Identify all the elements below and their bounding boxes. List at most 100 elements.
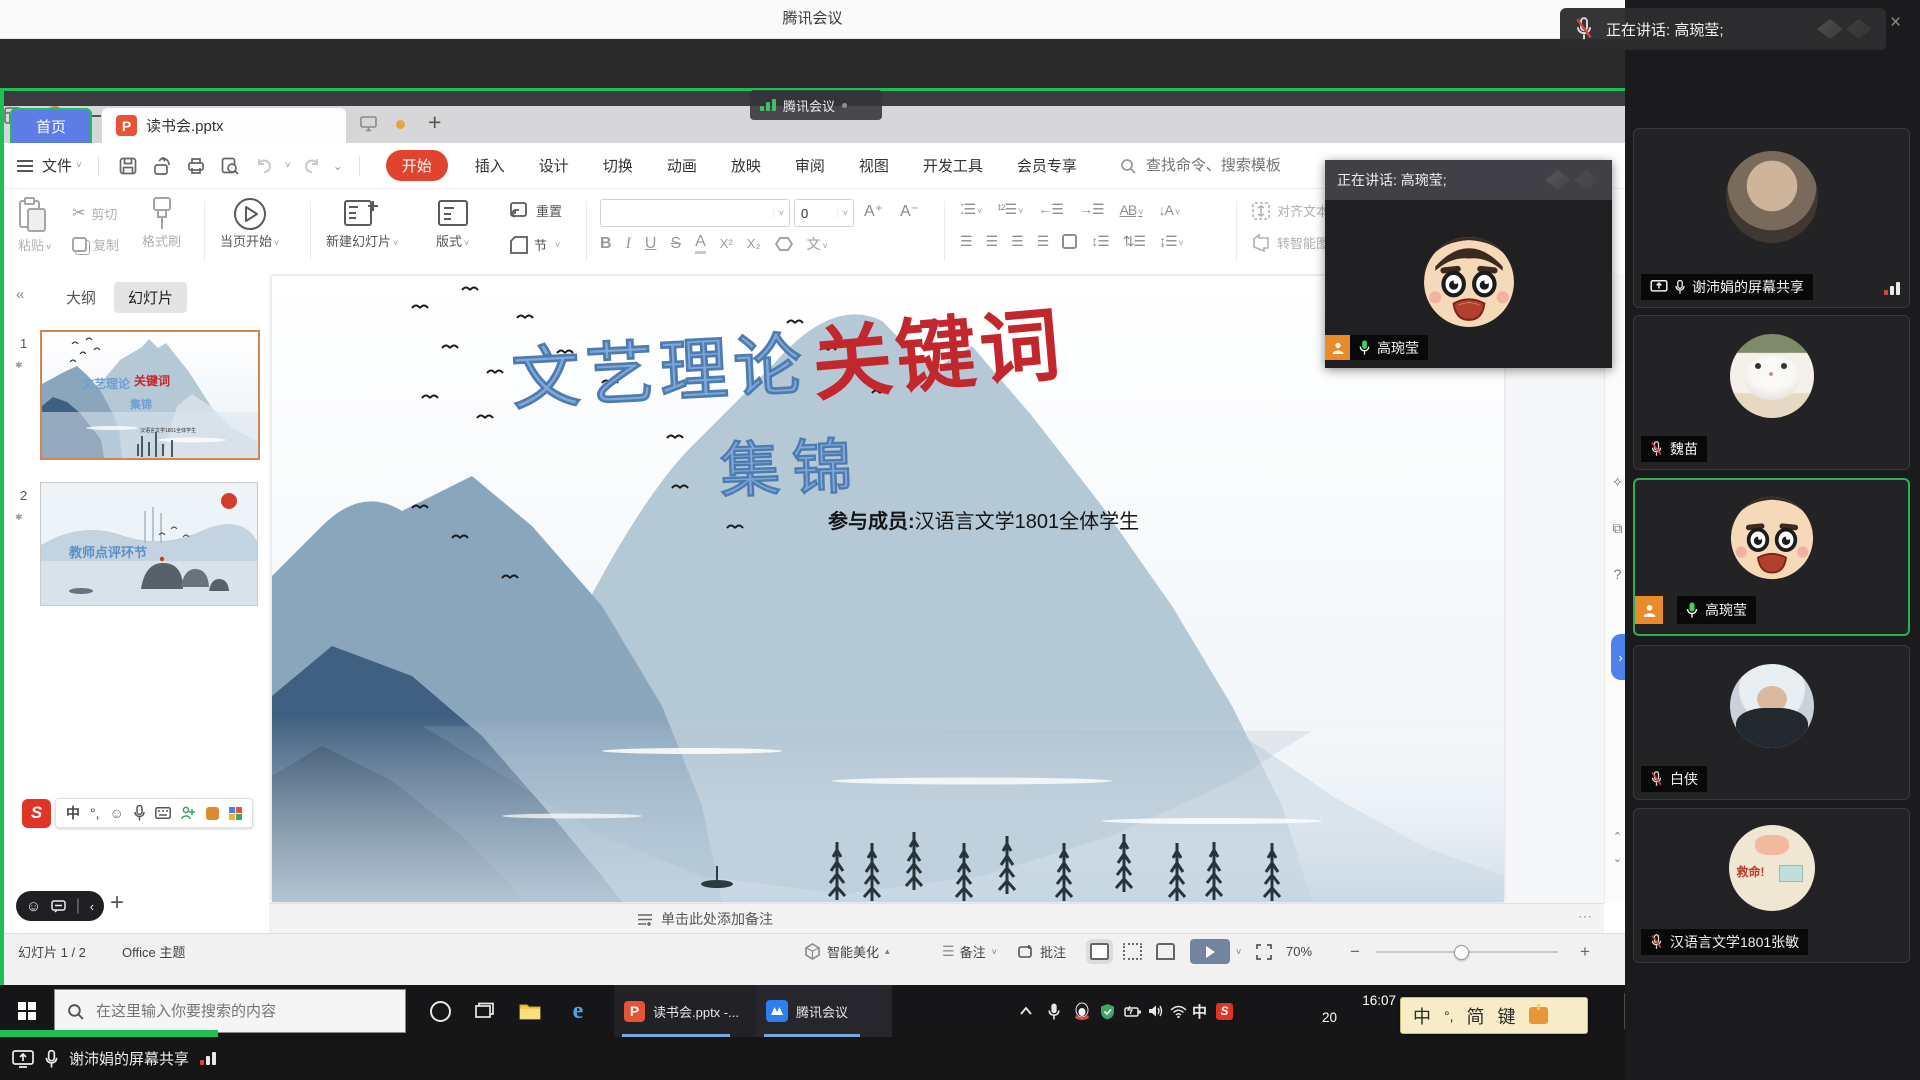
format-painter-button[interactable]: 格式刷 (142, 197, 181, 250)
print-icon[interactable] (187, 157, 205, 175)
share-tool-icon[interactable]: ✧ (1605, 474, 1625, 491)
ime-keyboard-label[interactable]: 键 (1498, 1003, 1516, 1029)
tray-ime-mode[interactable]: 中 (1192, 985, 1207, 1037)
ime-punctuation[interactable]: °, (90, 805, 100, 821)
help-icon[interactable]: ? (1605, 566, 1625, 582)
tray-volume-icon[interactable] (1148, 985, 1164, 1037)
participant-tile-share[interactable]: 谢沛娟的屏幕共享 (1633, 128, 1910, 308)
menu-tab-slideshow[interactable]: 放映 (731, 155, 761, 176)
align-center-button[interactable]: ☰ (986, 233, 998, 250)
menu-file[interactable]: 文件 (42, 155, 72, 176)
slide-canvas[interactable]: 文艺理论 关键词 集锦 参与成员:汉语言文学1801全体学生 (272, 276, 1504, 902)
section-button[interactable]: 节˅ (510, 235, 560, 254)
tray-power-icon[interactable] (1124, 985, 1142, 1037)
sogou-logo[interactable]: S (22, 799, 51, 828)
pinyin-guide-button[interactable]: 文˅ (807, 234, 828, 254)
scroll-down-icon[interactable]: ⌄ (1605, 852, 1625, 865)
menu-tab-insert[interactable]: 插入 (475, 155, 505, 176)
ime-status-panel[interactable]: 中 °, 简 键 (1400, 997, 1588, 1034)
align-left-button[interactable]: ☰ (960, 233, 972, 250)
italic-button[interactable]: I (626, 235, 631, 253)
layout-button[interactable]: 版式˅ (436, 197, 469, 250)
zoom-out-button[interactable]: − (1350, 934, 1360, 969)
clear-format-icon[interactable] (775, 237, 793, 251)
participant-tile-speaking[interactable]: 高琬莹 (1633, 478, 1910, 636)
task-view-icon[interactable] (462, 985, 506, 1037)
taskbar-app-wps[interactable]: P 读书会.pptx -... (614, 985, 766, 1037)
tab-home[interactable]: 首页 (12, 110, 90, 143)
collapse-panel-button[interactable]: « (16, 286, 24, 303)
zoom-level[interactable]: 70% (1286, 934, 1312, 969)
theme-name[interactable]: Office 主题 (122, 934, 185, 969)
ime-simplified-label[interactable]: 简 (1467, 1003, 1485, 1029)
tray-security-icon[interactable] (1100, 985, 1115, 1037)
tray-sogou-icon[interactable]: S (1216, 985, 1233, 1037)
skin-icon[interactable] (206, 807, 219, 820)
reading-view-button[interactable] (1156, 943, 1175, 960)
sorter-view-button[interactable] (1123, 943, 1142, 960)
emoji-react-icon[interactable]: ☺ (26, 898, 41, 915)
input-assistant-icon[interactable] (181, 806, 196, 820)
zoom-in-button[interactable]: + (1580, 934, 1590, 969)
notes-toggle-button[interactable]: ☰备注˅ (942, 934, 997, 969)
file-explorer-icon[interactable] (508, 985, 552, 1037)
slideshow-dropdown-icon[interactable]: ˅ (1236, 947, 1241, 957)
menu-tab-transition[interactable]: 切换 (603, 155, 633, 176)
menu-tab-devtools[interactable]: 开发工具 (923, 155, 983, 176)
show-desktop-sliver[interactable] (1624, 993, 1625, 1029)
underline-button[interactable]: U (645, 235, 657, 253)
tab-document[interactable]: P 读书会.pptx (102, 108, 346, 143)
increase-indent-button[interactable]: →☰ (1079, 201, 1104, 218)
monitor-icon[interactable] (360, 116, 377, 132)
redo-icon[interactable] (303, 158, 321, 174)
file-chevron-icon[interactable]: ˅ (76, 160, 82, 171)
font-name-input[interactable] (601, 206, 773, 221)
tray-network-icon[interactable] (1170, 985, 1187, 1037)
tab-outline[interactable]: 大纲 (66, 287, 96, 308)
font-name-dropdown-icon[interactable]: ˅ (773, 208, 789, 218)
bold-button[interactable]: B (600, 235, 612, 253)
undo-icon[interactable] (255, 158, 273, 174)
decrease-indent-button[interactable]: ←☰ (1038, 201, 1063, 218)
export-icon[interactable] (153, 157, 171, 175)
smart-beautify-button[interactable]: 智能美化▴ (804, 934, 890, 969)
toast-close-icon[interactable]: × (1890, 12, 1901, 34)
hamburger-icon[interactable] (16, 159, 34, 173)
mic-muted-icon[interactable] (1574, 17, 1594, 41)
ime-mode-label[interactable]: 中 (1413, 1003, 1431, 1029)
command-search-input[interactable] (1144, 156, 1338, 175)
ime-punct-label[interactable]: °, (1444, 1008, 1454, 1024)
spacing-options-button[interactable]: ↨☰˅ (1159, 233, 1183, 250)
taskbar-app-meeting[interactable]: 腾讯会议 (756, 985, 892, 1037)
chat-bubble-icon[interactable] (51, 900, 66, 913)
quickbar-chevron-icon[interactable]: ⌄ (333, 159, 343, 173)
notes-more-icon[interactable]: ⋯ (1578, 908, 1594, 925)
font-size-input[interactable] (795, 206, 837, 221)
new-slide-button[interactable]: 新建幻灯片˅ (326, 197, 398, 250)
tray-expand-icon[interactable] (1020, 985, 1032, 1037)
speaker-overlay[interactable]: 正在讲话: 高琬莹; (1325, 160, 1612, 368)
expand-sidebar-tab[interactable]: › (1611, 634, 1625, 680)
font-color-button[interactable]: A (695, 233, 706, 254)
align-right-button[interactable]: ☰ (1011, 233, 1023, 250)
undo-chevron-icon[interactable]: ˅ (285, 160, 291, 171)
justify-button[interactable]: ☰ (1037, 233, 1049, 250)
edge-browser-icon[interactable]: e (556, 985, 600, 1037)
ime-mode-chinese[interactable]: 中 (66, 803, 80, 823)
slide-thumbnail-1[interactable]: 文艺理论 关键词 集锦 汉语言文学1801全体学生 (40, 330, 260, 460)
slideshow-button[interactable]: ˅ (1190, 934, 1241, 969)
pill-collapse-icon[interactable]: ‹ (90, 899, 94, 914)
subscript-button[interactable]: X₂ (747, 236, 761, 251)
command-search[interactable] (1120, 156, 1338, 175)
taskbar-clock[interactable]: 16:07 20 (1322, 992, 1396, 1026)
play-from-current-button[interactable]: 当页开始˅ (220, 197, 279, 250)
text-direction-button[interactable]: ↓A˅ (1159, 202, 1180, 218)
scroll-up-icon[interactable]: ⌃ (1605, 830, 1625, 843)
font-size-combobox[interactable]: ˅ (794, 199, 854, 227)
emoji-picker-icon[interactable]: ☺ (110, 805, 124, 821)
menu-tab-animation[interactable]: 动画 (667, 155, 697, 176)
char-spacing-button[interactable]: AB˅ (1120, 202, 1143, 218)
meeting-indicator-chip[interactable]: 腾讯会议 (750, 90, 882, 120)
participant-tile[interactable]: 救命! 汉语言文学1801张敏 (1633, 808, 1910, 963)
soft-keyboard-icon[interactable] (155, 807, 171, 819)
